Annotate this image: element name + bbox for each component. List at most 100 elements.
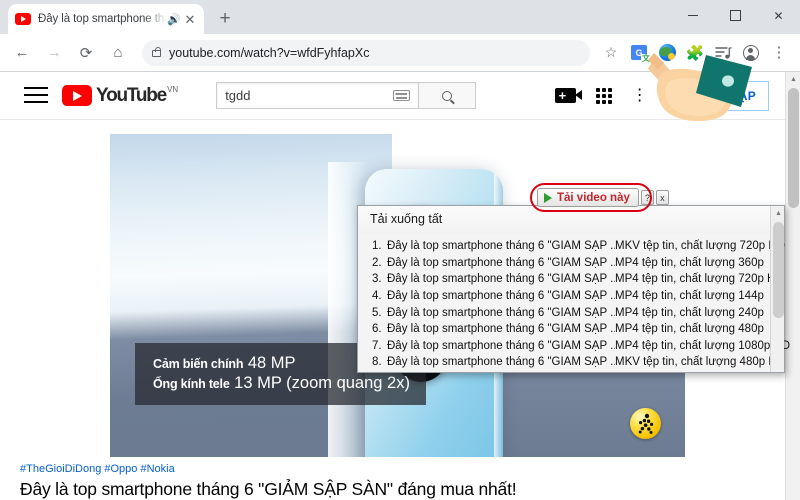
video-metadata: #TheGioiDiDong #Oppo #Nokia Đây là top s… [20, 463, 720, 500]
spec-value-tele-lens: 13 MP (zoom quang 2x) [234, 373, 410, 392]
spec-label-main-sensor: Cảm biến chính [153, 356, 244, 371]
item-name: Đây là top smartphone tháng 6 "GIẢM SẬP … [387, 356, 615, 369]
download-button-label: Tải video này [557, 191, 630, 204]
item-format: MP4 tệp tin, chất lượng 360p [615, 256, 764, 269]
item-number: 4. [372, 290, 382, 303]
masthead-actions: ⋮ ĐĂNG NHẬP [554, 80, 773, 111]
youtube-logo[interactable]: YouTube VN [62, 85, 178, 106]
maximize-button[interactable] [714, 0, 757, 31]
youtube-more-icon[interactable]: ⋮ [632, 88, 648, 103]
tab-close-icon[interactable]: ✕ [183, 13, 197, 26]
close-window-button[interactable]: ✕ [757, 0, 800, 31]
youtube-search: tgdd [216, 82, 477, 109]
minimize-button[interactable] [671, 0, 714, 31]
screenshot-root: Đây là top smartphone tháng 🔊 ✕ + ✕ ← → … [0, 0, 800, 500]
item-number: 5. [372, 306, 382, 319]
idm-close-button[interactable]: x [655, 190, 669, 205]
item-format: MP4 tệp tin, chất lượng 480p [615, 323, 764, 336]
idm-download-item[interactable]: 2. Đây là top smartphone tháng 6 "GIẢM S… [358, 255, 784, 272]
bookmark-star-icon[interactable]: ☆ [598, 40, 624, 66]
page-scrollbar[interactable]: ▲ [785, 72, 800, 500]
item-name: Đây là top smartphone tháng 6 "GIẢM SẬP … [387, 339, 615, 352]
item-name: Đây là top smartphone tháng 6 "GIẢM SẬP … [387, 273, 615, 286]
spec-line-2: Ống kính tele 13 MP (zoom quang 2x) [153, 373, 410, 393]
item-format: MP4 tệp tin, chất lượng 240p [615, 306, 764, 319]
idm-download-item[interactable]: 3. Đây là top smartphone tháng 6 "GIẢM S… [358, 271, 784, 288]
search-button[interactable] [418, 82, 477, 109]
back-button[interactable]: ← [8, 39, 36, 67]
search-input[interactable]: tgdd [216, 82, 419, 109]
download-this-video-button[interactable]: Tải video này [537, 188, 639, 207]
extensions-puzzle-icon[interactable]: 🧩 [682, 40, 708, 66]
idm-download-item[interactable]: 8. Đây là top smartphone tháng 6 "GIẢM S… [358, 354, 784, 371]
item-format: MKV tệp tin, chất lượng 720p HD [615, 240, 785, 253]
create-video-icon[interactable] [554, 86, 582, 105]
idm-scroll-up-arrow-icon[interactable]: ▲ [771, 206, 786, 221]
item-number: 1. [372, 240, 382, 253]
chrome-browser-window: Đây là top smartphone tháng 🔊 ✕ + ✕ ← → … [0, 0, 800, 500]
tab-audio-icon[interactable]: 🔊 [167, 13, 181, 26]
youtube-country-code: VN [167, 85, 179, 94]
idm-scrollbar-thumb[interactable] [773, 222, 784, 318]
page-viewport: YouTube VN tgdd ⋮ ĐĂNG NHẬP [0, 72, 800, 500]
item-number: 7. [372, 339, 382, 352]
spec-label-tele-lens: Ống kính tele [153, 376, 230, 391]
item-format: MP4 tệp tin, chất lượng 720p HD [615, 273, 784, 286]
youtube-play-icon [62, 85, 92, 106]
item-number: 8. [372, 356, 382, 369]
item-format: MKV tệp tin, chất lượng 480p LQ [615, 356, 784, 369]
item-name: Đây là top smartphone tháng 6 "GIẢM SẬP … [387, 306, 615, 319]
idm-download-panel: Tải xuống tất 1. Đây là top smartphone t… [357, 205, 790, 373]
idm-help-button[interactable]: ? [640, 190, 654, 205]
idm-download-item[interactable]: 5. Đây là top smartphone tháng 6 "GIẢM S… [358, 304, 784, 321]
search-input-value: tgdd [225, 88, 251, 103]
youtube-favicon-icon [15, 13, 31, 25]
idm-panel-scrollbar[interactable]: ▲ [770, 206, 784, 372]
item-number: 6. [372, 323, 382, 336]
idm-download-item[interactable]: 6. Đây là top smartphone tháng 6 "GIẢM S… [358, 321, 784, 338]
lock-icon [152, 46, 161, 57]
scrollbar-thumb[interactable] [788, 88, 799, 208]
idm-panel-header: Tải xuống tất [358, 206, 784, 233]
item-name: Đây là top smartphone tháng 6 "GIẢM SẬP … [387, 323, 615, 336]
new-tab-button[interactable]: + [211, 5, 239, 33]
video-title: Đây là top smartphone tháng 6 "GIẢM SẬP … [20, 479, 517, 499]
youtube-masthead: YouTube VN tgdd ⋮ ĐĂNG NHẬP [0, 72, 785, 120]
keyboard-icon[interactable] [393, 90, 411, 101]
profile-avatar-icon[interactable] [738, 40, 764, 66]
item-format: MP4 tệp tin, chất lượng 144p [615, 290, 764, 303]
browser-toolbar: ← → ⟳ ⌂ youtube.com/watch?v=wfdFyhfapXc … [0, 34, 800, 72]
item-name: Đây là top smartphone tháng 6 "GIẢM SẬP … [387, 290, 615, 303]
chrome-menu-icon[interactable]: ⋮ [766, 40, 792, 66]
window-controls: ✕ [671, 0, 800, 31]
tab-title: Đây là top smartphone tháng [38, 13, 167, 25]
apps-grid-icon[interactable] [595, 87, 612, 104]
idm-download-item[interactable]: 7. Đây là top smartphone tháng 6 "GIẢM S… [358, 338, 790, 355]
google-translate-icon[interactable]: G [626, 40, 652, 66]
item-format: MP4 tệp tin, chất lượng 1080p HD [615, 339, 791, 352]
idm-running-man-icon[interactable] [630, 408, 661, 439]
item-name: Đây là top smartphone tháng 6 "GIẢM SẬP … [387, 240, 615, 253]
play-icon [544, 192, 552, 203]
address-bar[interactable]: youtube.com/watch?v=wfdFyhfapXc [142, 39, 590, 66]
browser-tab[interactable]: Đây là top smartphone tháng 🔊 ✕ [8, 4, 204, 34]
item-number: 2. [372, 256, 382, 269]
toolbar-icon-group: ☆ G 🧩 ⋮ [596, 40, 792, 66]
forward-button[interactable]: → [40, 39, 68, 67]
idm-download-item[interactable]: 4. Đây là top smartphone tháng 6 "GIẢM S… [358, 288, 784, 305]
video-hashtags[interactable]: #TheGioiDiDong #Oppo #Nokia [20, 463, 720, 475]
item-name: Đây là top smartphone tháng 6 "GIẢM SẬP … [387, 256, 615, 269]
downloads-list-icon[interactable] [710, 40, 736, 66]
guide-menu-icon[interactable] [24, 86, 48, 105]
reload-button[interactable]: ⟳ [72, 39, 100, 67]
idm-extension-icon[interactable] [654, 40, 680, 66]
youtube-logo-text: YouTube [96, 85, 167, 106]
search-icon [442, 90, 453, 101]
home-button[interactable]: ⌂ [104, 39, 132, 67]
idm-floating-bar: Tải video này ? x [537, 188, 669, 207]
tab-strip: Đây là top smartphone tháng 🔊 ✕ + ✕ [0, 0, 800, 34]
idm-download-item[interactable]: 1. Đây là top smartphone tháng 6 "GIẢM S… [358, 238, 785, 255]
scroll-up-arrow-icon[interactable]: ▲ [786, 72, 800, 87]
item-number: 3. [372, 273, 382, 286]
sign-in-button[interactable]: ĐĂNG NHẬP [667, 80, 769, 111]
